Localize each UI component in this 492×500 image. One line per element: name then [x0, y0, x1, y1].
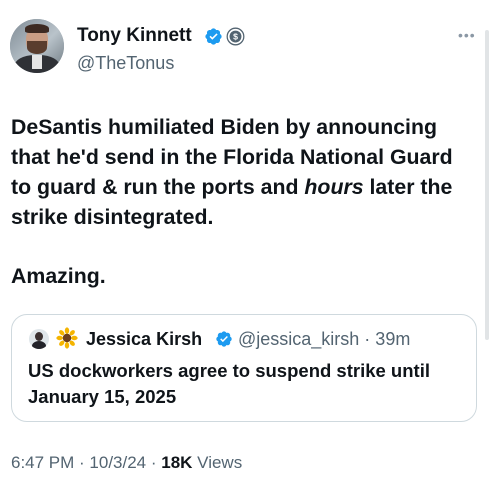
tweet-line-2: that he'd send in the Florida National G… — [11, 145, 453, 169]
tweet-line-3-end: later the — [363, 175, 453, 199]
quoted-author-name[interactable]: Jessica Kirsh — [86, 328, 202, 350]
more-options-icon[interactable]: ••• — [458, 28, 476, 42]
quoted-tweet[interactable]: Jessica Kirsh @jessica_kirsh · 39m US do… — [11, 314, 477, 422]
quoted-tweet-text: US dockworkers agree to suspend strike u… — [28, 358, 468, 410]
tweet-line-1: DeSantis humiliated Biden by announcing — [11, 115, 437, 139]
author-name[interactable]: Tony Kinnett — [77, 25, 192, 47]
quoted-line-1: US dockworkers agree to suspend strike u… — [28, 360, 430, 381]
author-handle[interactable]: @TheTonus — [77, 52, 174, 74]
views-count: 18K — [161, 453, 193, 472]
tweet-line-3-start: to guard & run the ports and — [11, 175, 305, 199]
quoted-verified-badge-icon — [216, 331, 232, 347]
quoted-avatar-head — [35, 332, 43, 341]
quoted-handle-time[interactable]: @jessica_kirsh · 39m — [238, 328, 410, 350]
tweet-line-3: to guard & run the ports and hours later… — [11, 172, 481, 202]
quoted-line-2: January 15, 2025 — [28, 386, 177, 407]
avatar-beard — [27, 41, 47, 54]
author-avatar[interactable] — [10, 19, 64, 73]
views-label: Views — [192, 453, 243, 472]
tweet-meta: 6:47 PM · 10/3/24 · 18K Views — [11, 452, 242, 474]
tweet-closing-line: Amazing. — [11, 264, 106, 288]
svg-text:$: $ — [233, 32, 238, 42]
tweet-text: DeSantis humiliated Biden by announcing … — [11, 112, 481, 232]
dollar-coin-badge-icon: $ — [226, 27, 245, 46]
scrollbar[interactable] — [485, 30, 489, 340]
avatar-hair — [25, 24, 49, 33]
verified-badge-icon — [205, 28, 222, 45]
tweet-card[interactable]: Tony Kinnett $ @TheTonus ••• DeSantis hu… — [0, 0, 492, 500]
quoted-avatar-body — [32, 341, 46, 349]
sunflower-emoji-icon — [56, 327, 78, 349]
tweet-emphasis: hours — [304, 175, 364, 199]
avatar-collar — [32, 55, 42, 69]
tweet-line-4: strike disintegrated. — [11, 205, 214, 229]
quoted-author-avatar[interactable] — [29, 329, 49, 349]
tweet-timestamp[interactable]: 6:47 PM · 10/3/24 · — [11, 453, 161, 472]
